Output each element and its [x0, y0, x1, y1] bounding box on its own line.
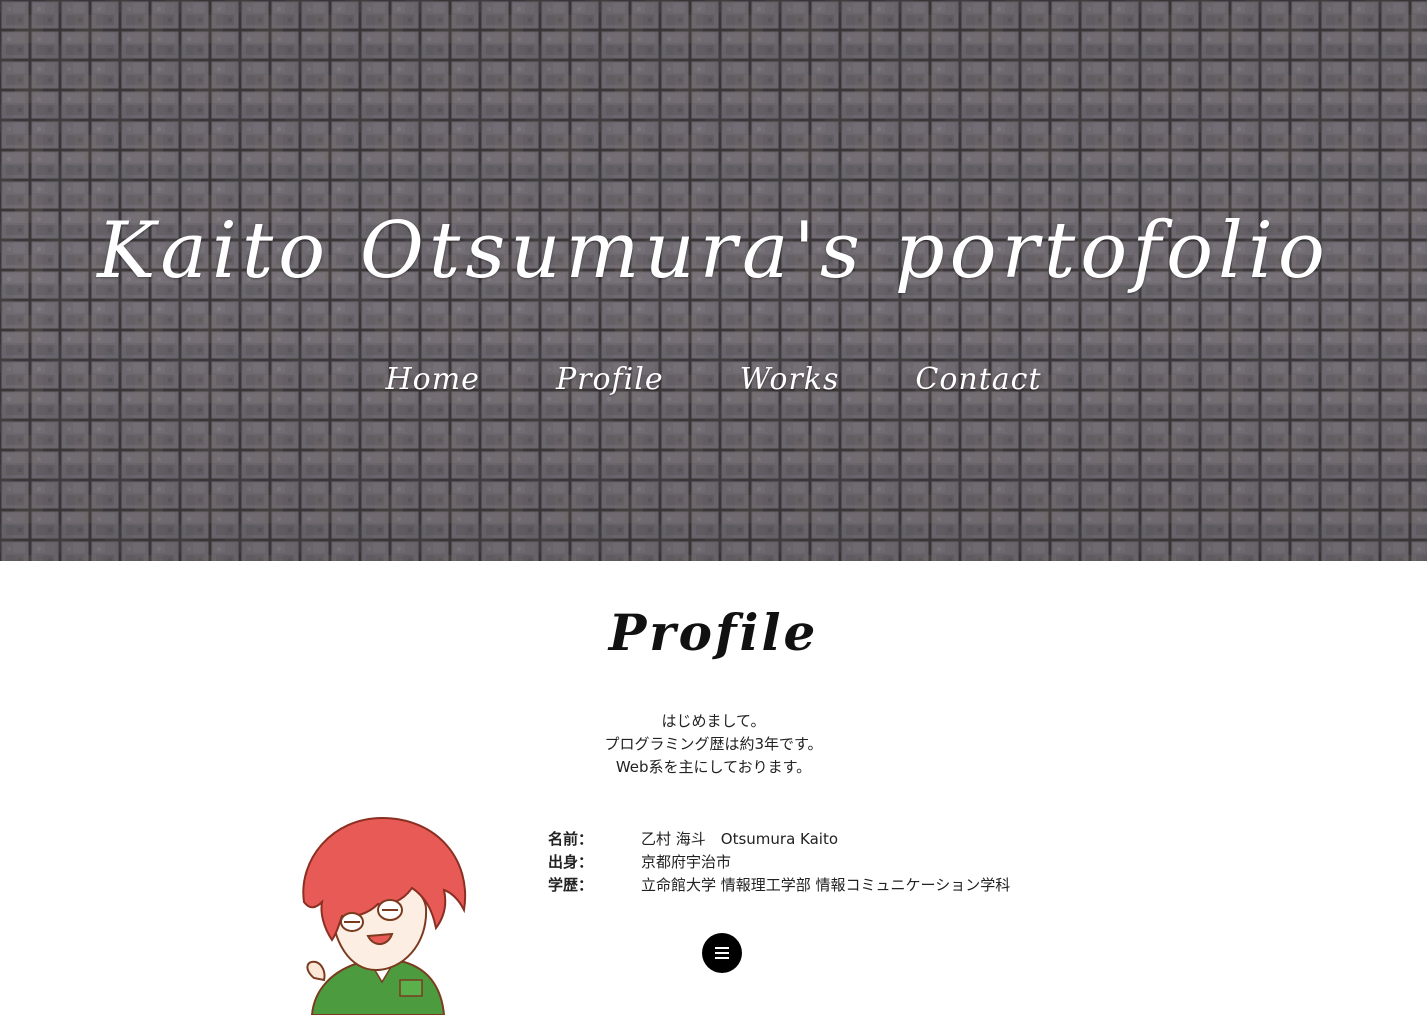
info-value: 立命館大学 情報理工学部 情報コミュニケーション学科	[641, 876, 1011, 894]
info-label: 名前：	[548, 830, 594, 848]
info-label: 学歴：	[548, 876, 594, 894]
info-row-education: 学歴： 立命館大学 情報理工学部 情報コミュニケーション学科	[548, 874, 1108, 897]
avatar-illustration	[302, 816, 467, 1015]
profile-heading: Profile	[608, 603, 819, 662]
info-row-name: 名前： 乙村 海斗 Otsumura Kaito	[548, 828, 1108, 851]
nav-link-home[interactable]: Home	[348, 358, 518, 402]
intro-line: プログラミング歴は約3年です。	[604, 735, 823, 753]
info-value: 乙村 海斗 Otsumura Kaito	[641, 830, 839, 848]
profile-intro: はじめまして。 プログラミング歴は約3年です。 Web系を主にしております。	[0, 710, 1427, 779]
site-title: Kaito Otsumura's portofolio	[97, 206, 1330, 296]
profile-info: 名前： 乙村 海斗 Otsumura Kaito 出身： 京都府宇治市 学歴： …	[548, 828, 1108, 897]
nav-link-works[interactable]: Works	[702, 358, 878, 402]
nav-link-profile[interactable]: Profile	[518, 358, 702, 402]
info-value: 京都府宇治市	[641, 853, 732, 871]
menu-button[interactable]	[702, 933, 742, 973]
intro-line: はじめまして。	[661, 712, 766, 730]
hero-banner: Kaito Otsumura's portofolio Home Profile…	[0, 0, 1427, 561]
hamburger-menu-icon	[715, 947, 729, 959]
info-label: 出身：	[548, 853, 594, 871]
main-navigation: Home Profile Works Contact	[0, 358, 1427, 402]
nav-link-contact[interactable]: Contact	[877, 358, 1079, 402]
info-row-hometown: 出身： 京都府宇治市	[548, 851, 1108, 874]
intro-line: Web系を主にしております。	[615, 758, 812, 776]
